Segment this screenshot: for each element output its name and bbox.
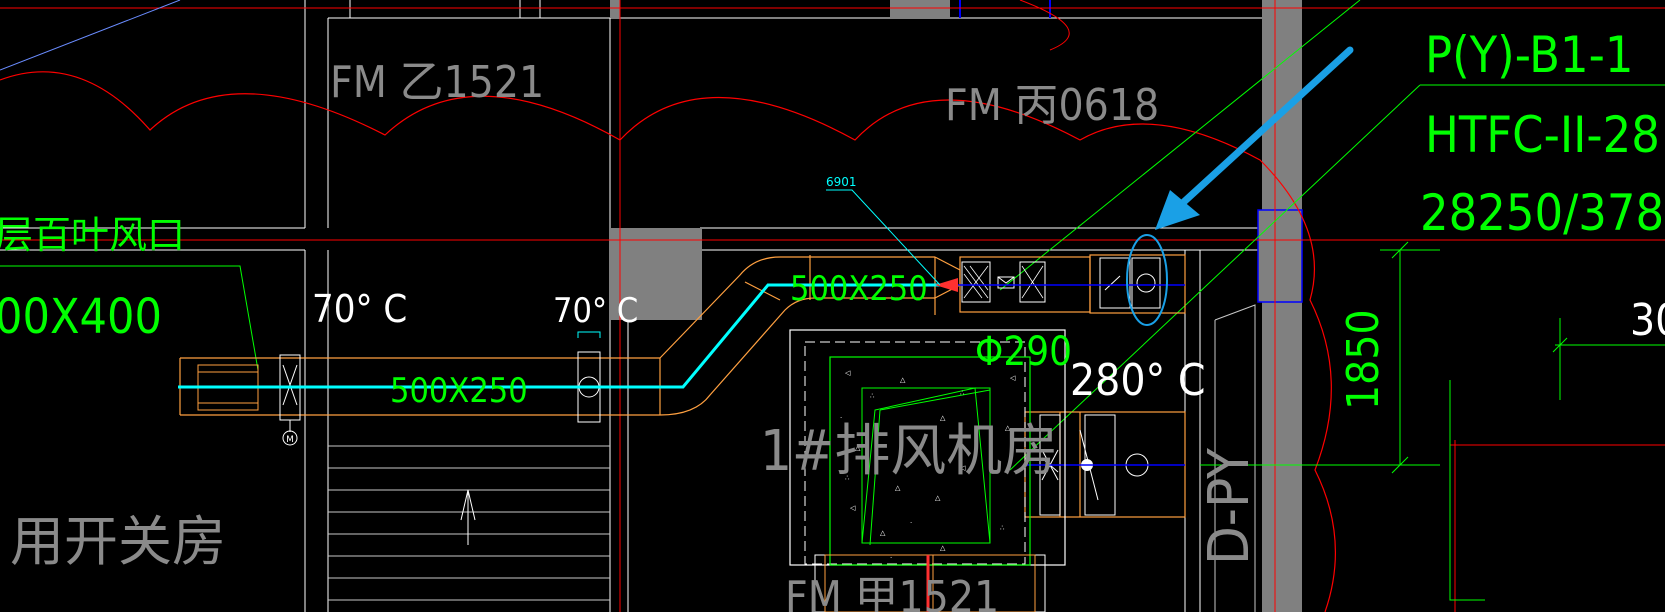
louver-name-label: 层百叶风口 [0, 213, 185, 257]
svg-text:△: △ [900, 376, 906, 384]
stair-arrow-icon [460, 489, 476, 545]
fan-code-label: P(Y)-B1-1 [1425, 26, 1633, 84]
louver-size-label: 00X400 [0, 289, 162, 345]
tag-6901: 6901 [826, 175, 857, 189]
dimension-1850 [1200, 241, 1440, 474]
fan-flow-label: 28250/37800 [1420, 184, 1665, 242]
reducer-marker [935, 278, 958, 292]
duct-size-label-1: 500X250 [390, 371, 528, 411]
svg-text:◁: ◁ [845, 369, 851, 377]
svg-text:△: △ [940, 544, 946, 552]
svg-text:△: △ [895, 484, 901, 492]
motor-letter: M [286, 435, 294, 445]
hatch-cross [963, 265, 1044, 299]
fan-model-label: HTFC-II-28 [1425, 106, 1660, 164]
column-right [1257, 209, 1303, 303]
dimension-30 [1449, 318, 1665, 601]
svg-text:◁: ◁ [850, 504, 856, 512]
cad-drawing: M ◁∴△ ·△∴ ◁△· △◁△ ∴·△ △◁∴ △· FM 乙1521 FM… [0, 0, 1665, 612]
fire-damper-left [279, 354, 301, 432]
envelope-symbol-fold [997, 276, 1015, 284]
door-label-mid: FM 丙0618 [945, 80, 1159, 131]
svg-text:◁: ◁ [1010, 374, 1016, 382]
motor-m-icon: M [282, 430, 298, 446]
svg-text:△: △ [935, 494, 941, 502]
svg-text:△: △ [880, 529, 886, 537]
leader-diagonal [0, 0, 181, 71]
duct-size-label-2: 500X250 [790, 269, 928, 309]
damper-round-mid [577, 331, 601, 423]
temp-label-3: 280° C [1070, 355, 1206, 406]
svg-text:·: · [910, 519, 912, 527]
svg-text:∴: ∴ [1000, 524, 1005, 532]
damper-block-right [961, 257, 1161, 309]
svg-text:∴: ∴ [870, 392, 875, 400]
room-switch-label: 用开关房 [10, 510, 226, 573]
stair-lines [328, 445, 610, 601]
svg-text:·: · [890, 554, 892, 562]
blue-arrow-icon [1155, 46, 1354, 230]
dimension-30-label: 30 [1630, 295, 1665, 346]
highlight-ellipse [1126, 234, 1168, 326]
door-label-left: FM 乙1521 [330, 57, 544, 108]
cad-drawing-canvas[interactable]: M ◁ ∴ △ · △ ∴ ◁ △ · △ ◁ △ ∴ · △ △ ◁ ∴ △ … [0, 0, 1665, 612]
room-name-label: 1#排风机房 [760, 419, 1058, 484]
dimension-1850-label: 1850 [1338, 309, 1389, 410]
temp-label-1: 70° C [312, 287, 407, 331]
diameter-label: Φ290 [975, 329, 1072, 375]
shaft-label: D-PY [1197, 448, 1262, 565]
temp-label-2: 70° C [553, 291, 638, 331]
svg-text:∴: ∴ [960, 389, 965, 397]
door-label-bottom: FM 甲1521 [785, 572, 999, 612]
